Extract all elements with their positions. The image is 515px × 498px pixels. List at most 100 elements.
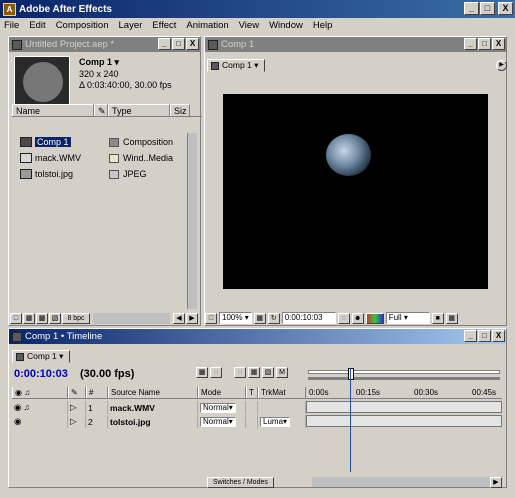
layer-mode-dropdown[interactable]: Normal▾ [200,402,236,413]
av-switches[interactable]: ◉ [12,415,68,428]
show-snapshot-icon[interactable]: ☻ [351,312,364,324]
column-mode[interactable]: Mode [198,387,246,398]
channel-icon[interactable] [365,312,384,324]
minimize-button[interactable]: _ [464,2,479,15]
project-item-row[interactable]: tolstoi.jpg JPEG [12,167,184,181]
menu-animation[interactable]: Animation [186,20,228,31]
label-swatch[interactable] [109,153,119,163]
timeline-fps: (30.00 fps) [80,368,135,380]
project-panel-title-bar[interactable]: Untitled Project.aep * _ □ X [9,37,200,52]
menu-edit[interactable]: Edit [29,20,45,31]
live-update-icon[interactable]: ◌ [210,367,222,378]
menu-effect[interactable]: Effect [152,20,176,31]
label-swatch[interactable] [109,169,119,179]
bit-depth-button[interactable]: 8 bpc [62,313,90,324]
scroll-right-icon[interactable]: ▶ [490,476,502,488]
always-preview-icon[interactable]: □ [205,312,217,324]
comp-tab[interactable]: Comp 1 ▾ [207,59,266,72]
scroll-right-icon[interactable]: ▶ [186,313,198,324]
project-item-row[interactable]: mack.WMV Wind..Media [12,151,184,165]
menu-window[interactable]: Window [269,20,303,31]
layer-name[interactable]: tolstoi.jpg [108,415,198,428]
ruler-label: 0:00s [309,388,329,397]
menu-help[interactable]: Help [313,20,333,31]
switches-modes-toggle[interactable]: Switches / Modes [207,476,274,488]
motion-blur-icon[interactable]: ▧ [262,367,274,378]
project-maximize-button[interactable]: □ [172,38,185,50]
project-item-row[interactable]: Comp 1 Composition [12,135,184,149]
menu-view[interactable]: View [239,20,259,31]
comp-minimize-button[interactable]: _ [464,38,477,50]
preserve-transparency[interactable] [246,401,258,414]
menu-composition[interactable]: Composition [56,20,109,31]
layer-trkmat-dropdown[interactable]: Luma▾ [260,416,291,427]
timeline-comp-tab[interactable]: Comp 1 ▾ [12,350,71,363]
timeline-maximize-button[interactable]: □ [478,330,491,342]
safe-zones-icon[interactable]: ▦ [253,312,266,324]
column-size[interactable]: Siz [170,104,190,116]
timeline-title: Comp 1 • Timeline [25,331,103,342]
selected-item-name[interactable]: Comp 1 ▾ [79,57,119,68]
time-ruler[interactable]: 0:00s 00:15s 00:30s 00:45s [306,387,502,399]
expand-arrow-icon[interactable]: ▷ [68,401,86,414]
column-t[interactable]: T [246,387,258,398]
column-source-name[interactable]: Source Name [108,387,198,398]
av-switches[interactable]: ◉ ♫ [12,401,68,414]
layer-duration-bar[interactable] [306,415,502,427]
label-column-icon[interactable]: ✎ [94,104,108,116]
new-folder-icon[interactable]: ▦ [23,313,35,324]
snapshot-icon[interactable]: ◌ [337,312,350,324]
label-swatch[interactable] [109,137,119,147]
resolution-dropdown[interactable]: Full ▾ [385,312,430,324]
column-type[interactable]: Type [108,104,170,116]
preserve-transparency[interactable] [246,415,258,428]
expand-arrow-icon[interactable]: ▷ [68,415,86,428]
timeline-close-button[interactable]: X [492,330,505,342]
project-h-scrollbar[interactable] [93,313,170,324]
trash-icon[interactable]: ▧ [49,313,61,324]
project-scrollbar[interactable] [187,133,197,309]
time-navigator[interactable] [308,368,500,382]
project-close-button[interactable]: X [186,38,199,50]
scroll-left-icon[interactable]: ◀ [173,313,185,324]
current-time-indicator[interactable] [350,368,351,472]
comp-title: Comp 1 [221,39,255,50]
timeline-minimize-button[interactable]: _ [464,330,477,342]
comp-panel-menu-icon[interactable]: ▶ [496,60,507,71]
composition-viewer[interactable] [223,94,488,289]
region-of-interest-icon[interactable]: ■ [431,312,444,324]
zoom-dropdown[interactable]: 100% ▾ [219,312,252,324]
timeline-h-scrollbar[interactable] [312,477,490,487]
mask-view-icon[interactable]: ↻ [267,312,280,324]
after-effects-icon: A [3,2,16,16]
menu-file[interactable]: File [4,20,19,31]
column-name[interactable]: Name [12,104,94,116]
column-trkmat[interactable]: TrkMat [258,387,306,398]
find-icon[interactable]: □ [10,313,22,324]
comp-maximize-button[interactable]: □ [478,38,491,50]
menu-layer[interactable]: Layer [119,20,143,31]
current-time-display[interactable]: 0:00:10:03 [281,312,336,324]
brainstorm-icon[interactable]: M [276,367,288,378]
comp-flowchart-icon[interactable]: ▩ [196,367,208,378]
timeline-tab-icon [16,352,24,361]
draft-3d-icon[interactable]: ◌ [234,367,246,378]
new-comp-icon[interactable]: ▩ [36,313,48,324]
layer-trkmat[interactable] [258,401,306,414]
project-item-name: Comp 1 [35,137,71,147]
project-minimize-button[interactable]: _ [158,38,171,50]
timeline-switches: ▩ ◌ ◌ ▦ ▧ M [196,367,288,378]
composition-icon [20,137,32,147]
transparency-grid-icon[interactable]: ▦ [445,312,458,324]
comp-close-button[interactable]: X [492,38,505,50]
layer-mode-dropdown[interactable]: Normal▾ [200,416,236,427]
comp-panel-title-bar[interactable]: Comp 1 _ □ X [205,37,506,52]
time-navigator-handle[interactable] [348,368,354,380]
timeline-title-bar[interactable]: Comp 1 • Timeline _ □ X [9,329,506,344]
timeline-current-time[interactable]: 0:00:10:03 [14,368,68,380]
layer-duration-bar[interactable] [306,401,502,413]
layer-name[interactable]: mack.WMV [108,401,198,414]
close-button[interactable]: X [498,2,513,15]
frame-blending-icon[interactable]: ▦ [248,367,260,378]
maximize-button[interactable]: □ [480,2,495,15]
